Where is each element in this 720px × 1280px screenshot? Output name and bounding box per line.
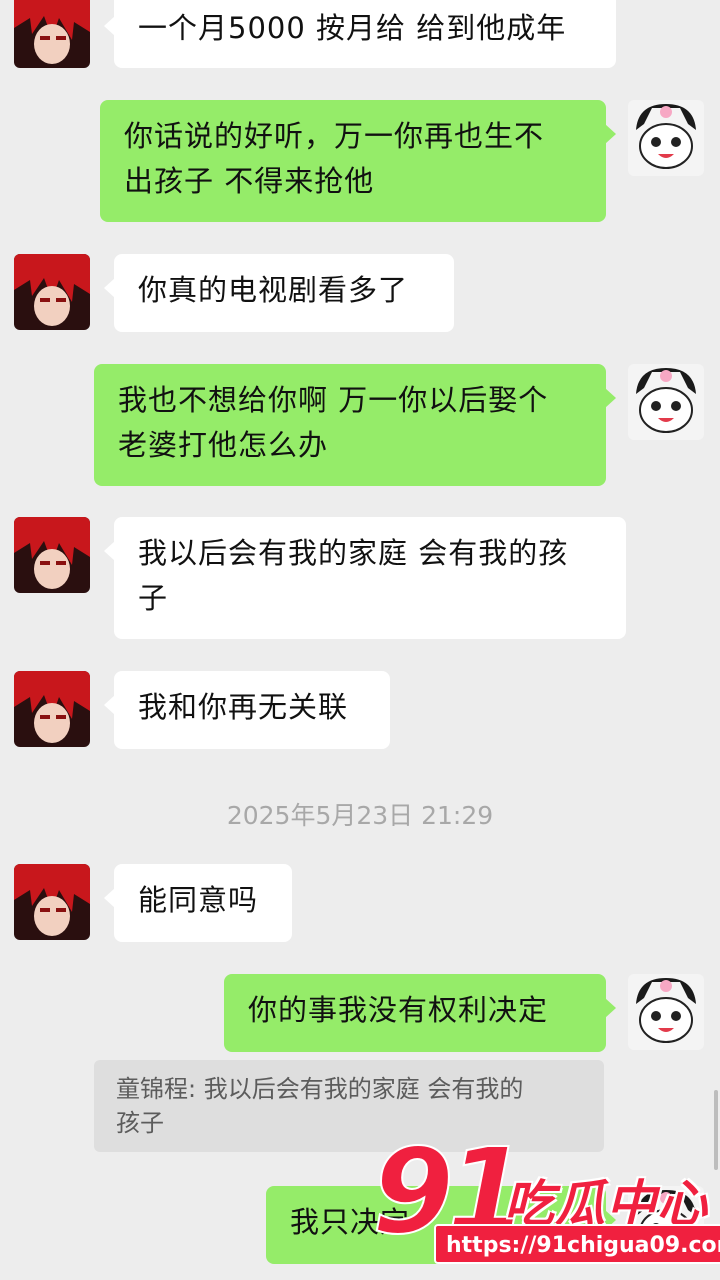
- contact-avatar[interactable]: [14, 254, 90, 330]
- message-bubble-incoming[interactable]: 能同意吗: [104, 864, 292, 942]
- scrollbar[interactable]: [714, 1090, 718, 1170]
- contact-avatar[interactable]: [14, 0, 90, 68]
- message-bubble-incoming[interactable]: 一个月5000 按月给 给到他成年: [104, 0, 616, 68]
- self-avatar[interactable]: [628, 974, 704, 1050]
- self-avatar[interactable]: [628, 364, 704, 440]
- self-avatar[interactable]: [628, 100, 704, 176]
- contact-avatar[interactable]: [14, 671, 90, 747]
- quote-author: 童锦程:: [116, 1075, 197, 1103]
- message-bubble-incoming[interactable]: 我以后会有我的家庭 会有我的孩 子: [104, 517, 626, 639]
- message-bubble-outgoing[interactable]: 你话说的好听，万一你再也生不 出孩子 不得来抢他: [100, 100, 616, 222]
- contact-avatar[interactable]: [14, 517, 90, 593]
- contact-avatar[interactable]: [14, 864, 90, 940]
- watermark-url: https://91chigua09.com: [434, 1224, 720, 1264]
- message-timestamp: 2025年5月23日 21:29: [226, 801, 494, 830]
- watermark-logo: 91 吃瓜中心 https://91chigua09.com: [364, 1121, 720, 1278]
- message-bubble-incoming[interactable]: 你真的电视剧看多了: [104, 254, 454, 332]
- message-bubble-incoming[interactable]: 我和你再无关联: [104, 671, 390, 749]
- message-bubble-outgoing[interactable]: 你的事我没有权利决定: [224, 974, 616, 1052]
- message-bubble-outgoing[interactable]: 我也不想给你啊 万一你以后娶个 老婆打他怎么办: [94, 364, 616, 486]
